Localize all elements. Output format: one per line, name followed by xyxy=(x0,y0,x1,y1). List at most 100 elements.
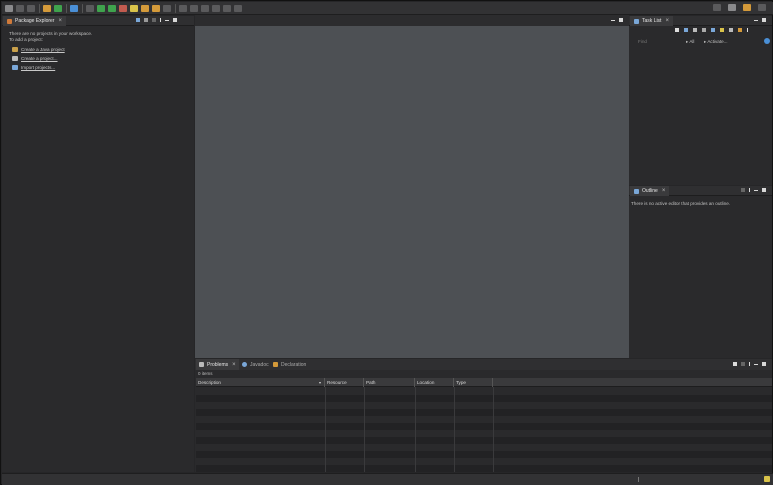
coverage-icon[interactable] xyxy=(119,4,127,12)
close-icon[interactable]: × xyxy=(232,362,236,368)
scheduled-icon[interactable] xyxy=(693,28,697,32)
minimize-icon[interactable] xyxy=(165,20,169,21)
column-type[interactable]: Type xyxy=(454,378,493,387)
column-divider xyxy=(454,387,455,472)
view-controls xyxy=(754,18,766,23)
save-icon[interactable] xyxy=(16,4,24,12)
maximize-icon[interactable] xyxy=(173,18,177,22)
column-path[interactable]: Path xyxy=(364,378,415,387)
help-icon[interactable] xyxy=(764,38,770,44)
view-menu-icon[interactable] xyxy=(160,18,161,22)
view-menu-icon[interactable] xyxy=(749,188,750,192)
empty-table-row xyxy=(196,402,772,409)
debug-perspective-icon[interactable] xyxy=(758,4,766,11)
hide-completed-icon[interactable] xyxy=(702,28,706,32)
filter-icon[interactable] xyxy=(733,362,737,366)
package-explorer-view: Package Explorer × There are no projects… xyxy=(2,16,194,472)
tab-package-explorer[interactable]: Package Explorer × xyxy=(3,16,66,26)
tab-problems-label: Problems xyxy=(207,361,229,368)
tab-javadoc[interactable]: Javadoc xyxy=(239,359,272,370)
debug-icon[interactable] xyxy=(97,4,105,12)
view-menu-icon[interactable] xyxy=(749,362,750,366)
new-java-project-icon[interactable] xyxy=(43,4,51,12)
status-bar xyxy=(2,473,773,485)
import-projects-link[interactable]: Import projects... xyxy=(21,65,55,70)
search-icon[interactable] xyxy=(713,4,721,11)
last-edit-icon[interactable] xyxy=(201,4,209,12)
forward-icon[interactable] xyxy=(223,4,231,12)
editor-area[interactable] xyxy=(195,15,629,358)
problems-table: Description ▾ Resource Path Location Type xyxy=(196,378,772,472)
maximize-icon[interactable] xyxy=(619,18,623,22)
new-task-icon[interactable] xyxy=(675,28,679,32)
categorized-icon[interactable] xyxy=(684,28,688,32)
close-icon[interactable]: × xyxy=(58,18,62,24)
toolbar-separator xyxy=(82,3,83,13)
collapse-icon[interactable] xyxy=(729,28,733,32)
build-icon[interactable] xyxy=(86,4,94,12)
new-class-icon[interactable] xyxy=(141,4,149,12)
open-type-icon[interactable] xyxy=(54,4,62,12)
search-toolbar-icon[interactable] xyxy=(163,4,171,12)
sync-icon[interactable] xyxy=(738,28,742,32)
new-icon[interactable] xyxy=(5,4,13,12)
create-project-link[interactable]: Create a project... xyxy=(21,56,58,61)
tab-task-list-label: Task List xyxy=(642,18,662,24)
filter-icon[interactable] xyxy=(741,188,745,192)
activate-label: Activate... xyxy=(707,39,728,44)
tab-problems[interactable]: Problems × xyxy=(196,359,239,370)
run-icon[interactable] xyxy=(108,4,116,12)
column-resource[interactable]: Resource xyxy=(325,378,364,387)
editor-controls xyxy=(611,18,623,23)
view-controls xyxy=(733,362,766,367)
link-with-editor-icon[interactable] xyxy=(144,18,148,22)
column-description[interactable]: Description ▾ xyxy=(196,378,325,387)
java-project-icon xyxy=(12,47,18,52)
close-icon[interactable]: × xyxy=(662,188,666,194)
focus-icon[interactable] xyxy=(711,28,715,32)
view-controls xyxy=(741,188,766,193)
activate-task[interactable]: ▸ Activate... xyxy=(704,39,728,45)
minimize-icon[interactable] xyxy=(754,364,758,365)
table-header: Description ▾ Resource Path Location Type xyxy=(196,378,772,387)
tab-task-list[interactable]: Task List × xyxy=(630,16,673,26)
view-menu-icon[interactable] xyxy=(747,28,748,32)
minimize-icon[interactable] xyxy=(611,20,615,21)
minimize-icon[interactable] xyxy=(754,190,758,191)
minimize-icon[interactable] xyxy=(754,20,758,21)
task-list-tabbar: Task List × xyxy=(629,16,772,26)
notifications-icon[interactable] xyxy=(764,476,770,482)
workbench-window: Package Explorer × There are no projects… xyxy=(0,0,773,485)
create-java-project-link[interactable]: Create a Java project xyxy=(21,47,65,52)
column-divider xyxy=(325,387,326,472)
maximize-icon[interactable] xyxy=(762,362,766,366)
java-perspective-icon[interactable] xyxy=(743,4,751,11)
maximize-icon[interactable] xyxy=(762,188,766,192)
empty-table-row xyxy=(196,451,772,458)
column-location[interactable]: Location xyxy=(415,378,454,387)
previous-annotation-icon[interactable] xyxy=(190,4,198,12)
tab-declaration[interactable]: Declaration xyxy=(270,359,309,370)
open-task-icon[interactable] xyxy=(152,4,160,12)
close-icon[interactable]: × xyxy=(665,18,669,24)
new-package-icon[interactable] xyxy=(130,4,138,12)
no-projects-message: There are no projects in your workspace. xyxy=(9,31,93,36)
save-all-icon[interactable] xyxy=(27,4,35,12)
tab-outline[interactable]: Outline × xyxy=(630,186,670,196)
pin-editor-icon[interactable] xyxy=(234,4,242,12)
open-perspective-icon[interactable] xyxy=(728,4,736,11)
item-count: 0 items xyxy=(198,371,213,376)
maximize-icon[interactable] xyxy=(762,18,766,22)
filter-icon[interactable] xyxy=(152,18,156,22)
next-annotation-icon[interactable] xyxy=(179,4,187,12)
status-divider xyxy=(638,477,639,482)
find-input[interactable]: Find xyxy=(638,39,647,44)
terminal-icon[interactable] xyxy=(70,4,78,12)
collapse-all-icon[interactable] xyxy=(136,18,140,22)
declaration-icon xyxy=(273,362,278,367)
focus-icon[interactable] xyxy=(741,362,745,366)
filter-all[interactable]: ▸ All xyxy=(686,39,694,45)
back-icon[interactable] xyxy=(212,4,220,12)
toolbar-separator xyxy=(175,3,176,13)
sort-icon[interactable] xyxy=(720,28,724,32)
